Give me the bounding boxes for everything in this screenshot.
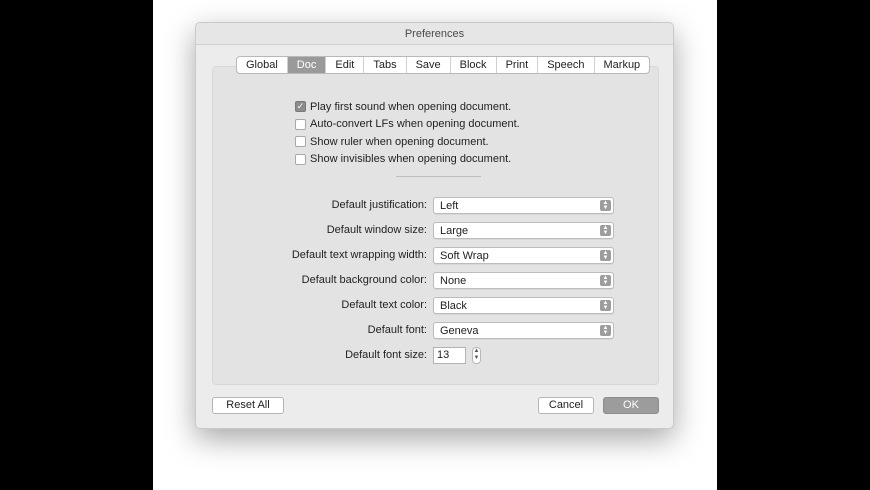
row-font: Default font: Geneva ▲ ▼ <box>196 322 673 340</box>
wrap-width-select[interactable]: Soft Wrap ▲ ▼ <box>433 247 614 264</box>
select-value: Left <box>440 200 459 212</box>
reset-all-button[interactable]: Reset All <box>212 397 284 414</box>
justification-label: Default justification: <box>331 199 427 211</box>
row-font-size: Default font size: 13 ▲ ▼ <box>196 347 673 365</box>
tab-edit[interactable]: Edit <box>326 57 365 73</box>
chevron-up-icon[interactable]: ▲ <box>474 348 480 354</box>
window-size-label: Default window size: <box>326 224 427 236</box>
select-value: None <box>440 275 467 287</box>
preferences-window: Preferences Global Doc Edit Tabs Save Bl… <box>195 22 674 429</box>
select-value: Geneva <box>440 325 479 337</box>
checkbox-show-ruler[interactable]: Show ruler when opening document. <box>295 133 520 151</box>
font-label: Default font: <box>367 324 427 336</box>
updown-arrows-icon: ▲ ▼ <box>600 325 611 336</box>
updown-arrows-icon: ▲ ▼ <box>600 275 611 286</box>
checkbox-checked-icon[interactable]: ✓ <box>295 101 306 113</box>
tab-print[interactable]: Print <box>497 57 539 73</box>
select-value: Large <box>440 225 469 237</box>
checkbox-unchecked-icon[interactable] <box>295 136 306 148</box>
cancel-button[interactable]: Cancel <box>538 397 594 414</box>
checkbox-auto-convert-lfs[interactable]: Auto-convert LFs when opening document. <box>295 116 520 134</box>
window-title: Preferences <box>196 23 673 45</box>
font-size-input[interactable]: 13 <box>433 347 466 364</box>
font-select[interactable]: Geneva ▲ ▼ <box>433 322 614 339</box>
checkbox-label: Auto-convert LFs when opening document. <box>310 118 520 131</box>
text-color-label: Default text color: <box>341 299 427 311</box>
checkbox-label: Play first sound when opening document. <box>310 100 512 113</box>
chevron-down-icon[interactable]: ▼ <box>474 355 480 361</box>
tab-doc[interactable]: Doc <box>287 57 327 73</box>
row-bg-color: Default background color: None ▲ ▼ <box>196 272 673 290</box>
tab-block[interactable]: Block <box>451 57 497 73</box>
row-wrap-width: Default text wrapping width: Soft Wrap ▲… <box>196 247 673 265</box>
tab-markup[interactable]: Markup <box>595 57 650 73</box>
justification-select[interactable]: Left ▲ ▼ <box>433 197 614 214</box>
updown-arrows-icon: ▲ ▼ <box>600 300 611 311</box>
checkbox-unchecked-icon[interactable] <box>295 153 306 165</box>
font-size-label: Default font size: <box>345 349 427 361</box>
tab-global[interactable]: Global <box>237 57 288 73</box>
checkbox-label: Show ruler when opening document. <box>310 135 489 148</box>
section-divider <box>396 176 481 177</box>
checkbox-unchecked-icon[interactable] <box>295 118 306 130</box>
checkbox-group: ✓ Play first sound when opening document… <box>295 98 520 168</box>
bg-color-label: Default background color: <box>301 274 427 286</box>
row-window-size: Default window size: Large ▲ ▼ <box>196 222 673 240</box>
updown-arrows-icon: ▲ ▼ <box>600 225 611 236</box>
wrap-width-label: Default text wrapping width: <box>291 249 427 261</box>
font-size-stepper[interactable]: ▲ ▼ <box>472 347 481 364</box>
tab-bar: Global Doc Edit Tabs Save Block Print Sp… <box>236 56 651 74</box>
row-text-color: Default text color: Black ▲ ▼ <box>196 297 673 315</box>
row-justification: Default justification: Left ▲ ▼ <box>196 197 673 215</box>
updown-arrows-icon: ▲ ▼ <box>600 200 611 211</box>
checkbox-show-invisibles[interactable]: Show invisibles when opening document. <box>295 151 520 169</box>
select-value: Black <box>440 300 467 312</box>
ok-button[interactable]: OK <box>603 397 659 414</box>
tab-speech[interactable]: Speech <box>538 57 595 73</box>
select-value: Soft Wrap <box>440 250 489 262</box>
tab-tabs[interactable]: Tabs <box>364 57 407 73</box>
checkbox-play-first-sound[interactable]: ✓ Play first sound when opening document… <box>295 98 520 116</box>
text-color-select[interactable]: Black ▲ ▼ <box>433 297 614 314</box>
window-size-select[interactable]: Large ▲ ▼ <box>433 222 614 239</box>
updown-arrows-icon: ▲ ▼ <box>600 250 611 261</box>
bg-color-select[interactable]: None ▲ ▼ <box>433 272 614 289</box>
desktop-backdrop: Preferences Global Doc Edit Tabs Save Bl… <box>153 0 717 490</box>
tab-save[interactable]: Save <box>407 57 451 73</box>
checkbox-label: Show invisibles when opening document. <box>310 153 512 166</box>
